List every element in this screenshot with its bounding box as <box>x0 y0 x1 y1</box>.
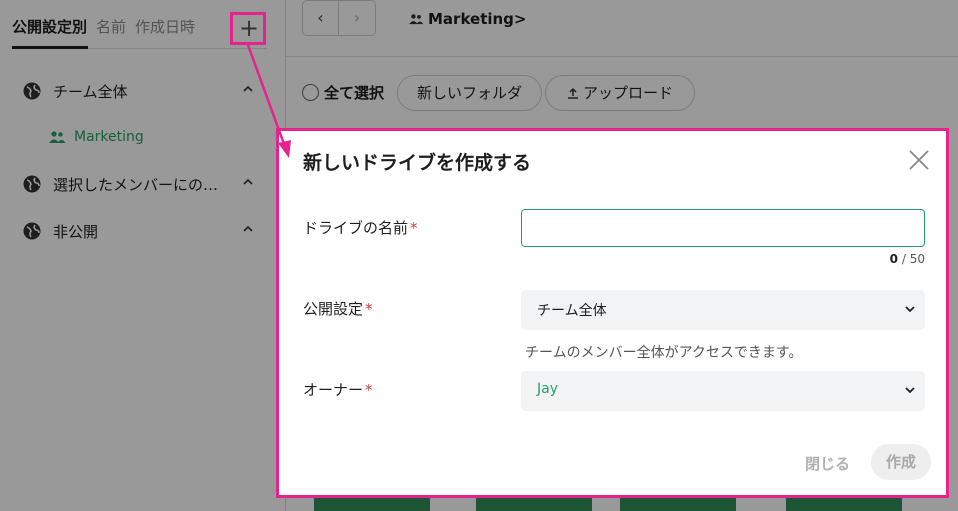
chevron-down-icon <box>905 306 915 313</box>
add-button-highlight <box>230 12 266 45</box>
owner-label: オーナー * <box>303 379 373 400</box>
counter-max: / 50 <box>901 252 925 266</box>
dialog-title: 新しいドライブを作成する <box>303 152 532 174</box>
drive-name-label-text: ドライブの名前 <box>303 219 409 237</box>
visibility-help-text: チームのメンバー全体がアクセスできます。 <box>525 345 803 361</box>
create-drive-dialog: 新しいドライブを作成する ドライブの名前 * 0 / 50 公開設定 * チーム全体… <box>276 128 949 498</box>
owner-select[interactable]: Jay <box>521 371 925 411</box>
create-button[interactable]: 作成 <box>871 444 931 480</box>
visibility-select[interactable]: チーム全体 <box>521 290 925 330</box>
drive-name-label: ドライブの名前 * <box>303 217 418 238</box>
drive-name-input[interactable] <box>521 209 925 247</box>
close-button[interactable]: 閉じる <box>805 453 850 474</box>
required-mark: * <box>365 300 373 318</box>
owner-value: Jay <box>537 381 558 397</box>
visibility-value: チーム全体 <box>537 303 607 319</box>
visibility-label: 公開設定 * <box>303 298 373 319</box>
counter-current: 0 <box>889 252 899 266</box>
required-mark: * <box>365 381 373 399</box>
char-counter: 0 / 50 <box>839 252 925 266</box>
close-icon[interactable] <box>907 148 931 172</box>
chevron-down-icon <box>905 387 915 394</box>
required-mark: * <box>410 219 418 237</box>
visibility-label-text: 公開設定 <box>303 300 364 318</box>
owner-label-text: オーナー <box>303 381 364 399</box>
